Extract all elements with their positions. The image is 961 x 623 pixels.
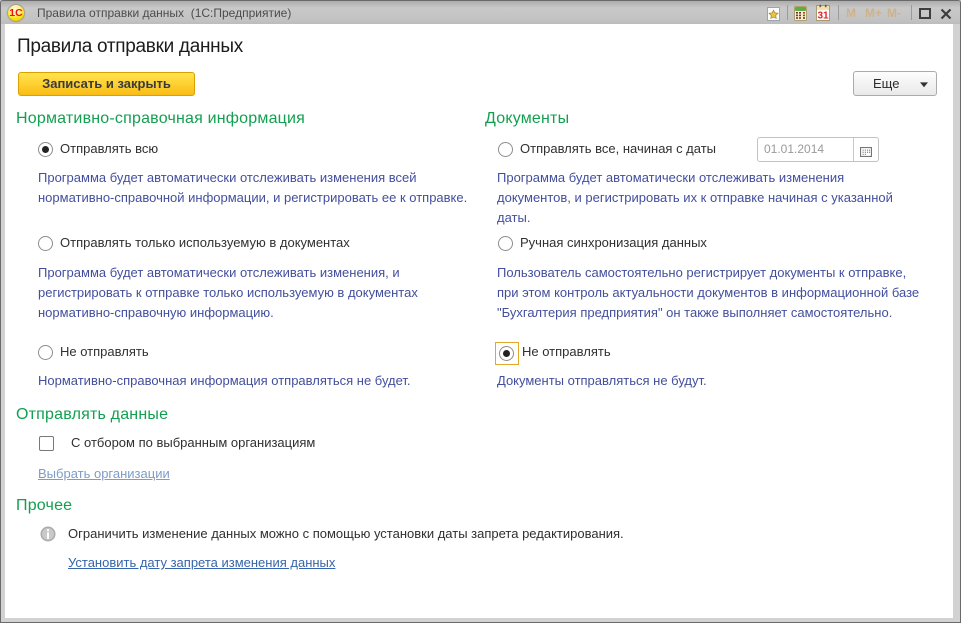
svg-text:31: 31 [817, 11, 829, 22]
